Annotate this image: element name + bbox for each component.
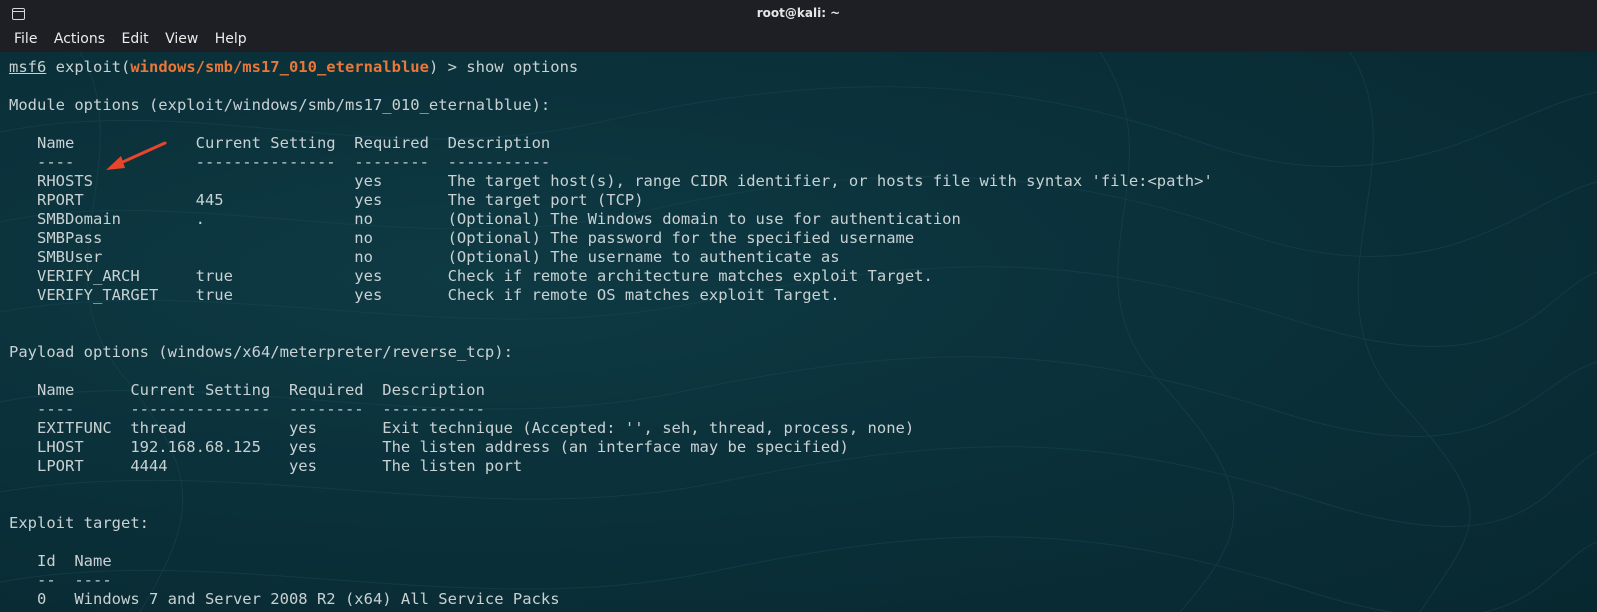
terminal-window: root@kali: ~ File Actions Edit View Help… (0, 0, 1597, 612)
payload-options-heading: Payload options (windows/x64/meterpreter… (9, 343, 513, 361)
annotation-arrow-icon (106, 141, 167, 170)
payload-option-row: EXITFUNC thread yes Exit technique (Acce… (9, 419, 915, 437)
menu-bar: File Actions Edit View Help (0, 28, 1597, 52)
prompt-command: show options (466, 58, 579, 76)
exploit-target-header: Id Name (9, 552, 112, 570)
payload-options-separator: ---- --------------- -------- ----------… (9, 400, 485, 418)
payload-option-row: LPORT 4444 yes The listen port (9, 457, 523, 475)
prompt-exploit-close: ) > (428, 58, 467, 76)
module-option-row: SMBDomain . no (Optional) The Windows do… (9, 210, 961, 228)
menu-help[interactable]: Help (215, 28, 247, 47)
payload-option-row: LHOST 192.168.68.125 yes The listen addr… (9, 438, 849, 456)
window-title: root@kali: ~ (756, 6, 841, 20)
exploit-target-row: 0 Windows 7 and Server 2008 R2 (x64) All… (9, 590, 560, 608)
exploit-target-separator: -- ---- (9, 571, 112, 589)
title-bar: root@kali: ~ (0, 0, 1597, 28)
menu-file[interactable]: File (14, 28, 37, 47)
module-option-row: VERIFY_TARGET true yes Check if remote O… (9, 286, 840, 304)
menu-view[interactable]: View (165, 28, 198, 47)
payload-options-header: Name Current Setting Required Descriptio… (9, 381, 485, 399)
menu-actions[interactable]: Actions (54, 28, 105, 47)
module-option-row: SMBUser no (Optional) The username to au… (9, 248, 840, 266)
module-option-row: SMBPass no (Optional) The password for t… (9, 229, 915, 247)
module-option-row: VERIFY_ARCH true yes Check if remote arc… (9, 267, 933, 285)
exploit-target-heading: Exploit target: (9, 514, 149, 532)
terminal-output-area[interactable]: msf6 exploit(windows/smb/ms17_010_eterna… (0, 52, 1597, 612)
menu-edit[interactable]: Edit (121, 28, 148, 47)
